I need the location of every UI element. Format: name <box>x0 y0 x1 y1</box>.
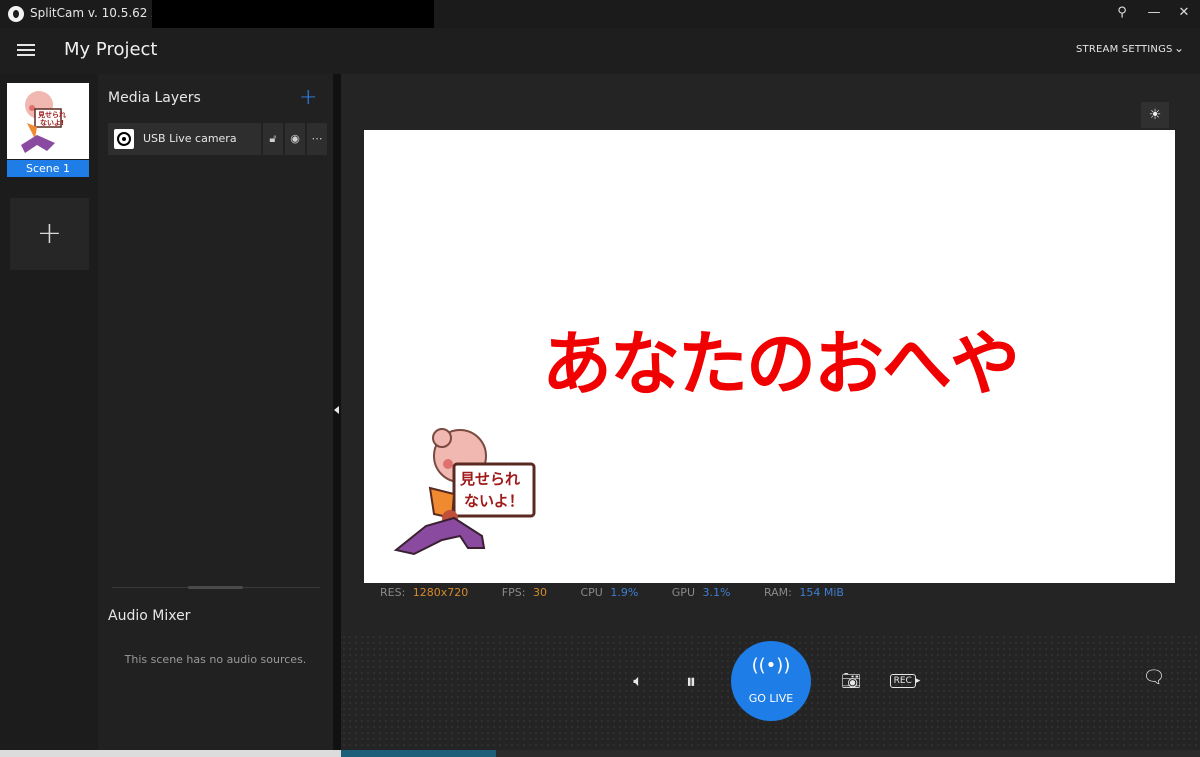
brightness-icon[interactable]: ☀ <box>1141 102 1169 128</box>
taskbar-item <box>341 750 496 757</box>
audio-mixer-title: Audio Mixer <box>108 608 191 624</box>
overlay-text: あなたのおへや <box>542 323 1020 405</box>
res-label: RES: <box>380 586 406 599</box>
ram-label: RAM: <box>763 586 792 599</box>
broadcast-icon: ((•)) <box>751 655 791 676</box>
character-thumbnail-icon: 見せられ ないよ! <box>21 91 66 153</box>
svg-text:ないよ!: ないよ! <box>40 118 64 127</box>
layer-item[interactable]: USB Live camera <box>108 123 261 155</box>
chat-icon[interactable]: 🗨︎ <box>1139 667 1169 695</box>
stats-bar: RES: 1280x720 FPS: 30 CPU 1.9% GPU 3.1% … <box>380 586 848 599</box>
lock-icon[interactable]: 🔓︎ <box>263 123 283 155</box>
fps-value: 30 <box>532 586 547 599</box>
record-button[interactable]: REC ▸ <box>888 668 922 694</box>
eye-icon[interactable]: ◉ <box>285 123 305 155</box>
pin-icon[interactable]: ⚲ <box>1108 2 1136 24</box>
add-layer-button[interactable]: + <box>299 85 317 110</box>
hamburger-icon[interactable] <box>17 44 35 56</box>
project-title: My Project <box>64 39 158 60</box>
cpu-label: CPU <box>580 586 603 599</box>
taskbar-item <box>496 750 1200 757</box>
scenes-panel: 見せられ ないよ! Scene 1 + <box>0 74 98 750</box>
cpu-value: 1.9% <box>610 586 639 599</box>
close-icon[interactable]: ✕ <box>1170 2 1198 24</box>
stream-settings-button[interactable]: STREAM SETTINGS <box>1076 44 1173 55</box>
splitcam-logo-icon <box>8 6 24 22</box>
add-scene-button[interactable]: + <box>10 198 89 270</box>
pause-icon[interactable]: ⏸︎ <box>674 668 708 694</box>
volume-icon[interactable]: 🔈︎ <box>621 668 655 694</box>
audio-empty-message: This scene has no audio sources. <box>124 653 307 666</box>
camera-snapshot-icon[interactable]: 📷︎ <box>834 668 868 694</box>
more-icon[interactable]: ⋯ <box>307 123 327 155</box>
go-live-label: GO LIVE <box>748 692 794 705</box>
scene-thumbnail[interactable]: 見せられ ないよ! <box>7 83 89 159</box>
minimize-icon[interactable]: — <box>1140 2 1168 24</box>
sign-text-line1: 見せられ <box>459 470 520 488</box>
panel-splitter[interactable] <box>333 74 341 750</box>
main-area: ☀ あなたのおへや 見せられ ないよ！ RES: 1280x720 FPS: 3… <box>341 74 1200 750</box>
media-layers-title: Media Layers <box>108 90 201 106</box>
gpu-label: GPU <box>671 586 695 599</box>
go-live-button[interactable]: ((•)) GO LIVE <box>731 641 811 721</box>
app-header: My Project STREAM SETTINGS ⌄ <box>0 28 1200 74</box>
resize-grip[interactable] <box>188 586 243 589</box>
res-value: 1280x720 <box>412 586 469 599</box>
svg-text:見せられ: 見せられ <box>37 110 66 119</box>
layer-name: USB Live camera <box>143 132 237 145</box>
scene-label[interactable]: Scene 1 <box>7 160 89 177</box>
ram-value: 154 MiB <box>799 586 844 599</box>
sign-text-line2: ないよ！ <box>464 492 524 510</box>
character-sticker-icon: 見せられ ないよ！ <box>393 428 536 556</box>
camera-source-icon <box>114 129 134 149</box>
fps-label: FPS: <box>501 586 526 599</box>
gpu-value: 3.1% <box>702 586 731 599</box>
record-label: REC <box>889 674 916 688</box>
collapse-arrow-icon[interactable] <box>334 406 339 414</box>
chevron-down-icon[interactable]: ⌄ <box>1174 41 1184 55</box>
preview-canvas[interactable]: あなたのおへや 見せられ ないよ！ <box>364 130 1175 583</box>
media-layers-panel: Media Layers + USB Live camera 🔓︎ ◉ ⋯ Au… <box>98 74 333 750</box>
